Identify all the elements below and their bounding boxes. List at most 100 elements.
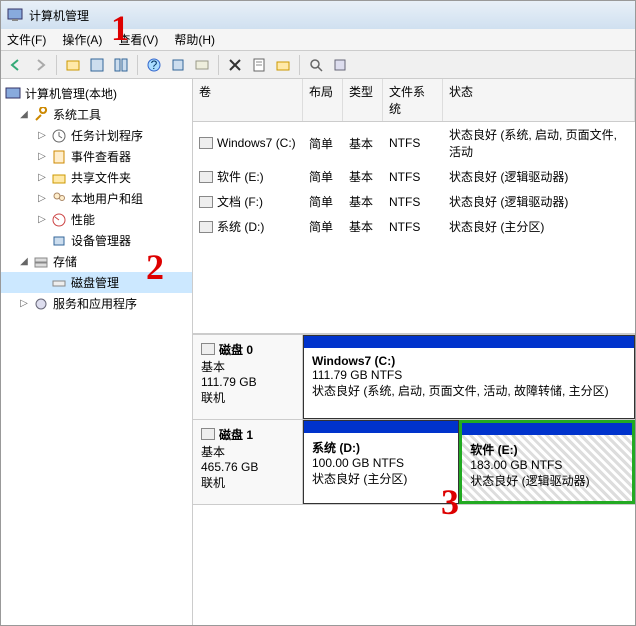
disk-status: 联机 bbox=[201, 474, 294, 491]
expand-icon[interactable]: ▷ bbox=[37, 214, 47, 225]
disk-icon bbox=[201, 343, 215, 355]
vol-name: Windows7 (C:) bbox=[217, 136, 296, 150]
volume-row[interactable]: 系统 (D:) 简单 基本 NTFS 状态良好 (主分区) bbox=[193, 214, 635, 239]
expand-icon[interactable]: ▷ bbox=[37, 130, 47, 141]
expand-icon[interactable]: ▷ bbox=[37, 193, 47, 204]
forward-button[interactable] bbox=[29, 54, 51, 76]
partition-name: 系统 (D:) bbox=[312, 439, 450, 456]
partition-size: 183.00 GB NTFS bbox=[470, 458, 624, 472]
toolbar: ? bbox=[1, 51, 635, 79]
vol-type: 基本 bbox=[343, 124, 383, 162]
partition-status: 状态良好 (系统, 启动, 页面文件, 活动, 故障转储, 主分区) bbox=[312, 382, 626, 399]
volume-row[interactable]: Windows7 (C:) 简单 基本 NTFS 状态良好 (系统, 启动, 页… bbox=[193, 122, 635, 164]
partition-size: 111.79 GB NTFS bbox=[312, 368, 626, 382]
vol-fs: NTFS bbox=[383, 191, 443, 212]
tree-panel: 计算机管理(本地) ◢ 系统工具 ▷ 任务计划程序 ▷ 事件查看器 ▷ 共享文件… bbox=[1, 79, 193, 625]
partition-name: Windows7 (C:) bbox=[312, 354, 626, 368]
tree-scheduler[interactable]: ▷ 任务计划程序 bbox=[1, 125, 192, 146]
folder-icon[interactable] bbox=[272, 54, 294, 76]
event-icon bbox=[51, 149, 67, 165]
tree-diskmgmt[interactable]: ▷ 磁盘管理 bbox=[1, 272, 192, 293]
tree-users[interactable]: ▷ 本地用户和组 bbox=[1, 188, 192, 209]
expand-icon[interactable]: ▷ bbox=[19, 298, 29, 309]
tree-perf[interactable]: ▷ 性能 bbox=[1, 209, 192, 230]
drive-icon bbox=[199, 221, 213, 233]
vol-type: 基本 bbox=[343, 191, 383, 212]
col-fs[interactable]: 文件系统 bbox=[383, 79, 443, 121]
view-button[interactable] bbox=[86, 54, 108, 76]
partition[interactable]: 系统 (D:) 100.00 GB NTFS 状态良好 (主分区) bbox=[303, 420, 459, 504]
disk-name: 磁盘 0 bbox=[219, 341, 253, 358]
partition[interactable]: 软件 (E:) 183.00 GB NTFS 状态良好 (逻辑驱动器) bbox=[459, 420, 635, 504]
titlebar: 计算机管理 bbox=[1, 1, 635, 29]
settings-icon[interactable] bbox=[329, 54, 351, 76]
panes-button[interactable] bbox=[110, 54, 132, 76]
disk-size: 465.76 GB bbox=[201, 460, 294, 474]
disk-info[interactable]: 磁盘 1 基本 465.76 GB 联机 bbox=[193, 420, 303, 504]
volume-list: 卷 布局 类型 文件系统 状态 Windows7 (C:) 简单 基本 NTFS… bbox=[193, 79, 635, 335]
partition-header bbox=[462, 423, 632, 435]
delete-icon[interactable] bbox=[224, 54, 246, 76]
tree-label: 系统工具 bbox=[53, 106, 101, 123]
disk-info[interactable]: 磁盘 0 基本 111.79 GB 联机 bbox=[193, 335, 303, 419]
tree-label: 存储 bbox=[53, 253, 77, 270]
col-type[interactable]: 类型 bbox=[343, 79, 383, 121]
up-button[interactable] bbox=[62, 54, 84, 76]
tree-shared[interactable]: ▷ 共享文件夹 bbox=[1, 167, 192, 188]
tree-root[interactable]: 计算机管理(本地) bbox=[1, 83, 192, 104]
tree-root-label: 计算机管理(本地) bbox=[25, 85, 117, 102]
tree-label: 本地用户和组 bbox=[71, 190, 143, 207]
vol-status: 状态良好 (主分区) bbox=[443, 216, 635, 237]
tree-eventviewer[interactable]: ▷ 事件查看器 bbox=[1, 146, 192, 167]
partition[interactable]: Windows7 (C:) 111.79 GB NTFS 状态良好 (系统, 启… bbox=[303, 335, 635, 419]
vol-layout: 简单 bbox=[303, 191, 343, 212]
col-volume[interactable]: 卷 bbox=[193, 79, 303, 121]
collapse-icon[interactable]: ◢ bbox=[19, 109, 29, 120]
window-title: 计算机管理 bbox=[29, 7, 89, 24]
expand-icon[interactable]: ▷ bbox=[37, 151, 47, 162]
volume-row[interactable]: 文档 (F:) 简单 基本 NTFS 状态良好 (逻辑驱动器) bbox=[193, 189, 635, 214]
vol-layout: 简单 bbox=[303, 216, 343, 237]
collapse-icon[interactable]: ◢ bbox=[19, 256, 29, 267]
search-icon[interactable] bbox=[305, 54, 327, 76]
refresh-button[interactable] bbox=[167, 54, 189, 76]
clock-icon bbox=[51, 128, 67, 144]
volume-row[interactable]: 软件 (E:) 简单 基本 NTFS 状态良好 (逻辑驱动器) bbox=[193, 164, 635, 189]
tree-storage[interactable]: ◢ 存储 bbox=[1, 251, 192, 272]
disk-name: 磁盘 1 bbox=[219, 426, 253, 443]
vol-name: 系统 (D:) bbox=[217, 218, 264, 235]
col-layout[interactable]: 布局 bbox=[303, 79, 343, 121]
back-button[interactable] bbox=[5, 54, 27, 76]
tree-services[interactable]: ▷ 服务和应用程序 bbox=[1, 293, 192, 314]
tree-systools[interactable]: ◢ 系统工具 bbox=[1, 104, 192, 125]
menu-action[interactable]: 操作(A) bbox=[62, 31, 102, 48]
disk-type: 基本 bbox=[201, 443, 294, 460]
expand-icon[interactable]: ▷ bbox=[37, 172, 47, 183]
properties-icon[interactable] bbox=[248, 54, 270, 76]
menu-file[interactable]: 文件(F) bbox=[7, 31, 46, 48]
partition-header bbox=[304, 336, 634, 348]
drive-icon bbox=[199, 196, 213, 208]
partition-status: 状态良好 (主分区) bbox=[312, 470, 450, 487]
menu-help[interactable]: 帮助(H) bbox=[174, 31, 215, 48]
folder-icon bbox=[51, 170, 67, 186]
disk-icon bbox=[201, 428, 215, 440]
perf-icon bbox=[51, 212, 67, 228]
disk-size: 111.79 GB bbox=[201, 375, 294, 389]
device-icon bbox=[51, 233, 67, 249]
help-button[interactable]: ? bbox=[143, 54, 165, 76]
partition-header bbox=[304, 421, 458, 433]
tree-devmgr[interactable]: ▷ 设备管理器 bbox=[1, 230, 192, 251]
vol-fs: NTFS bbox=[383, 166, 443, 187]
disk-type: 基本 bbox=[201, 358, 294, 375]
action-button[interactable] bbox=[191, 54, 213, 76]
tree-label: 磁盘管理 bbox=[71, 274, 119, 291]
services-icon bbox=[33, 296, 49, 312]
partition-size: 100.00 GB NTFS bbox=[312, 456, 450, 470]
vol-layout: 简单 bbox=[303, 124, 343, 162]
disk-row: 磁盘 0 基本 111.79 GB 联机 Windows7 (C:) 111.7… bbox=[193, 335, 635, 420]
vol-name: 软件 (E:) bbox=[217, 168, 264, 185]
col-status[interactable]: 状态 bbox=[443, 79, 635, 121]
tree-label: 任务计划程序 bbox=[71, 127, 143, 144]
menu-view[interactable]: 查看(V) bbox=[118, 31, 158, 48]
